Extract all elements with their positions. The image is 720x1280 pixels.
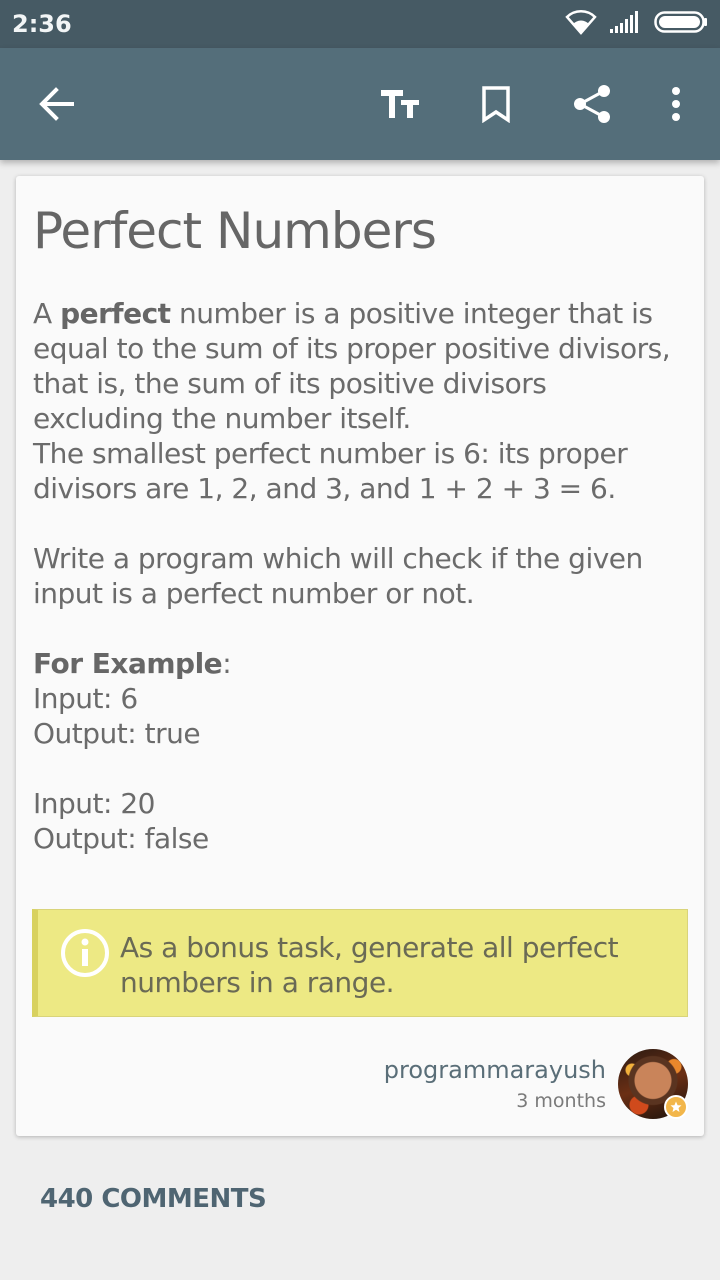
example2-input: Input: 20 xyxy=(33,787,155,820)
toolbar xyxy=(0,48,720,160)
status-bar: 2:36 xyxy=(0,0,720,48)
info-icon xyxy=(61,929,109,977)
author-name[interactable]: programmarayush xyxy=(384,1056,606,1084)
callout-text: As a bonus task, generate all perfect nu… xyxy=(120,931,619,999)
text-size-button[interactable] xyxy=(372,76,428,132)
article-card: Perfect Numbers A perfect number is a po… xyxy=(16,176,704,1136)
bold-term: perfect xyxy=(60,297,171,330)
bookmark-button[interactable] xyxy=(468,76,524,132)
battery-icon xyxy=(654,11,707,33)
more-button[interactable] xyxy=(648,76,704,132)
share-icon xyxy=(574,85,610,123)
bookmark-icon xyxy=(482,86,510,123)
example2-output: Output: false xyxy=(33,822,209,855)
example1-input: Input: 6 xyxy=(33,682,138,715)
example1-output: Output: true xyxy=(33,717,201,750)
back-button[interactable] xyxy=(28,76,84,132)
comments-link[interactable]: 440 COMMENTS xyxy=(40,1184,267,1214)
status-time: 2:36 xyxy=(12,10,72,38)
paragraph-definition: A perfect number is a positive integer t… xyxy=(33,296,683,436)
arrow-left-icon xyxy=(39,87,74,121)
share-button[interactable] xyxy=(564,76,620,132)
signal-icon xyxy=(610,11,638,33)
page-title: Perfect Numbers xyxy=(33,202,437,260)
star-badge-icon xyxy=(664,1095,688,1119)
text-span: A xyxy=(33,297,61,330)
more-vert-icon xyxy=(672,87,680,121)
wifi-icon xyxy=(565,10,597,35)
text-size-icon xyxy=(381,90,419,118)
bonus-callout: As a bonus task, generate all perfect nu… xyxy=(32,909,688,1017)
article-body: A perfect number is a positive integer t… xyxy=(33,296,683,856)
colon: : xyxy=(222,647,232,680)
post-time: 3 months xyxy=(516,1090,606,1112)
paragraph-task: Write a program which will check if the … xyxy=(33,542,643,610)
example-heading-label: For Example xyxy=(33,647,223,680)
example-heading: For Example: xyxy=(33,646,683,681)
paragraph-example-six: The smallest perfect number is 6: its pr… xyxy=(33,437,628,505)
